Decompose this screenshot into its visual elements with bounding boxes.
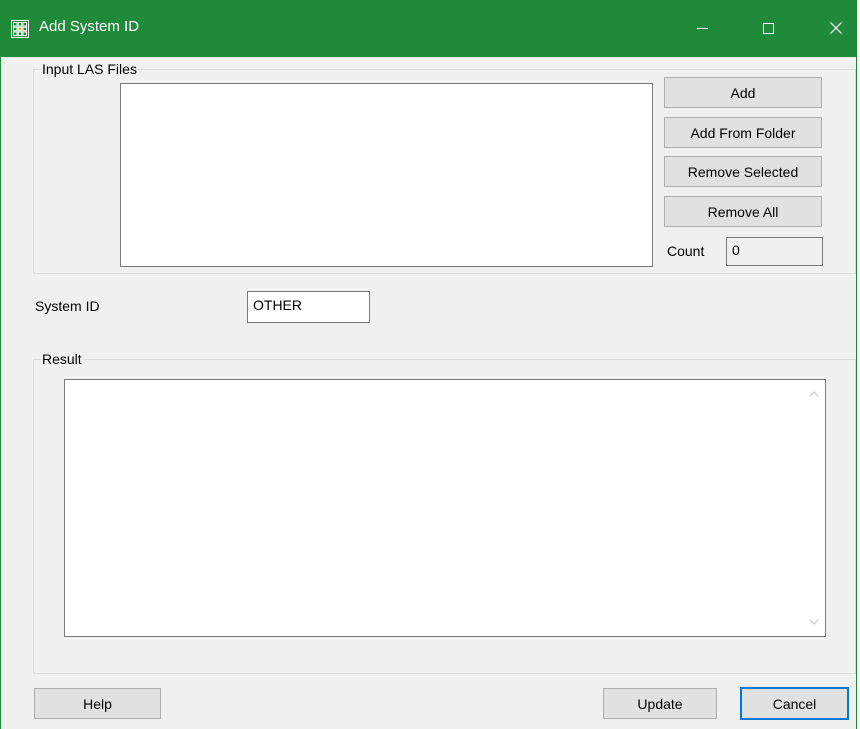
update-button[interactable]: Update [603,688,717,719]
result-textbox[interactable] [64,379,826,637]
minimize-button[interactable] [679,0,725,57]
cancel-button[interactable]: Cancel [740,687,849,720]
remove-selected-button[interactable]: Remove Selected [664,156,822,187]
maximize-icon [762,23,774,34]
count-label: Count [667,243,705,259]
remove-all-button[interactable]: Remove All [664,196,822,227]
add-button[interactable]: Add [664,77,822,108]
close-icon [830,21,842,37]
result-scrollbar[interactable] [803,380,825,636]
chevron-up-icon[interactable] [803,384,825,404]
help-button[interactable]: Help [34,688,161,719]
add-from-folder-button[interactable]: Add From Folder [664,117,822,148]
las-files-listbox[interactable] [120,83,653,267]
close-button[interactable] [813,0,859,57]
chevron-down-icon[interactable] [803,612,825,632]
title-bar: Add System ID [1,0,857,57]
count-field: 0 [726,237,823,266]
input-las-files-legend: Input LAS Files [42,61,137,77]
window-title: Add System ID [39,18,140,35]
system-id-label: System ID [35,298,100,314]
add-system-id-dialog: Add System ID Input LAS Files Add Add Fr… [0,0,857,729]
result-legend: Result [42,351,82,367]
app-grid-icon [11,20,29,38]
minimize-icon [696,28,708,29]
maximize-button[interactable] [745,0,791,57]
system-id-input[interactable]: OTHER [247,291,370,323]
